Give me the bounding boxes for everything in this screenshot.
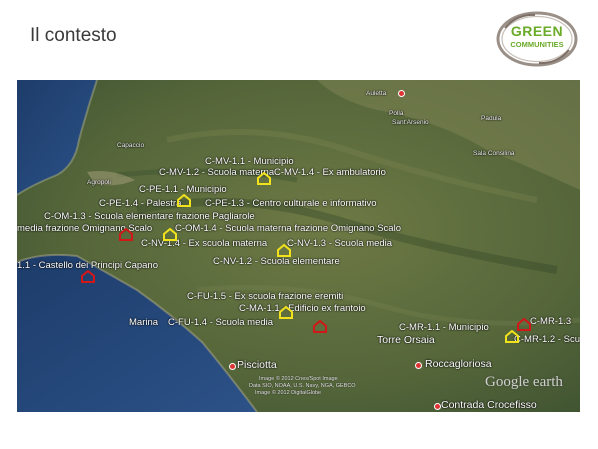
map-marker-yellow-icon[interactable] (279, 306, 293, 319)
google-earth-watermark: Google earth (485, 374, 563, 390)
logo-text-communities: COMMUNITIES (510, 40, 564, 49)
label-c-om-1-3: C-OM-1.3 - Scuola elementare frazione Pa… (44, 211, 255, 222)
town-capaccio: Capaccio (117, 142, 145, 149)
label-c-mr-1-3: C-MR-1.3 (530, 316, 572, 327)
label-c-fu-1-4: C-FU-1.4 - Scuola media (168, 317, 274, 328)
map-marker-yellow-icon[interactable] (277, 244, 291, 257)
label-c-nv-1-2: C-NV-1.2 - Scuola elementare (213, 256, 340, 267)
attribution-line3: Image © 2012 DigitalGlobe (255, 390, 322, 396)
attribution-line1: Image © 2012 Cnes/Spot Image (259, 376, 338, 382)
map-marker-red-icon[interactable] (313, 320, 327, 333)
map-marker-red-icon[interactable] (517, 318, 531, 331)
map-marker-yellow-icon[interactable] (505, 330, 519, 343)
map-marker-red-icon[interactable] (119, 228, 133, 241)
label-c-mv-1-1: C-MV-1.1 - Municipio (205, 156, 294, 167)
town-dot (398, 90, 405, 97)
attribution-line2: Data SIO, NOAA, U.S. Navy, NGA, GEBCO (249, 383, 356, 389)
green-communities-logo: GREEN COMMUNITIES (495, 10, 579, 68)
map-marker-red-icon[interactable] (81, 270, 95, 283)
town-torre-orsaia: Torre Orsaia (377, 334, 435, 346)
label-c-pe-1-4: C-PE-1.4 - Palestra (99, 198, 182, 209)
town-dot (415, 362, 422, 369)
town-auletta: Auletta (366, 90, 387, 97)
town-sala-consilina: Sala Consilina (473, 150, 515, 157)
map-marker-yellow-icon[interactable] (257, 172, 271, 185)
town-dot (434, 403, 441, 410)
label-c-om-1-4: C-OM-1.4 - Scuola materna frazione Omign… (175, 223, 401, 234)
town-polla: Polla (389, 110, 404, 117)
town-padula: Padula (481, 115, 502, 122)
town-agropoli: Agropoli (87, 179, 111, 186)
label-c-nv-1-4: C-NV-1.4 - Ex scuola materna (141, 238, 268, 249)
label-c-mr-1-2: C-MR-1.2 - Scuola (514, 334, 580, 345)
logo-text-green: GREEN (510, 23, 564, 39)
town-pisciotta: Pisciotta (237, 359, 277, 371)
slide-title: Il contesto (30, 25, 117, 46)
map-marker-yellow-icon[interactable] (163, 228, 177, 241)
label-c-nv-1-3: C-NV-1.3 - Scuola media (287, 238, 393, 249)
label-marina: Marina (129, 317, 159, 328)
label-c-fu-1-5: C-FU-1.5 - Ex scuola frazione eremiti (187, 291, 344, 302)
town-contrada-crocefisso: Contrada Crocefisso (441, 399, 537, 411)
label-c-mr-1-1: C-MR-1.1 - Municipio (399, 322, 489, 333)
label-c-pe-1-3: C-PE-1.3 - Centro culturale e informativ… (205, 198, 377, 209)
satellite-map[interactable]: Auletta Sant'Arsenio Polla Padula Sala C… (17, 80, 580, 412)
label-c-mv-1-4: C-MV-1.4 - Ex ambulatorio (274, 167, 386, 178)
town-roccagloriosa: Roccagloriosa (425, 358, 492, 370)
label-c-ma-1-1: C-MA-1.1 - Edificio ex frantoio (239, 303, 366, 314)
map-marker-yellow-icon[interactable] (177, 194, 191, 207)
town-dot (229, 363, 236, 370)
